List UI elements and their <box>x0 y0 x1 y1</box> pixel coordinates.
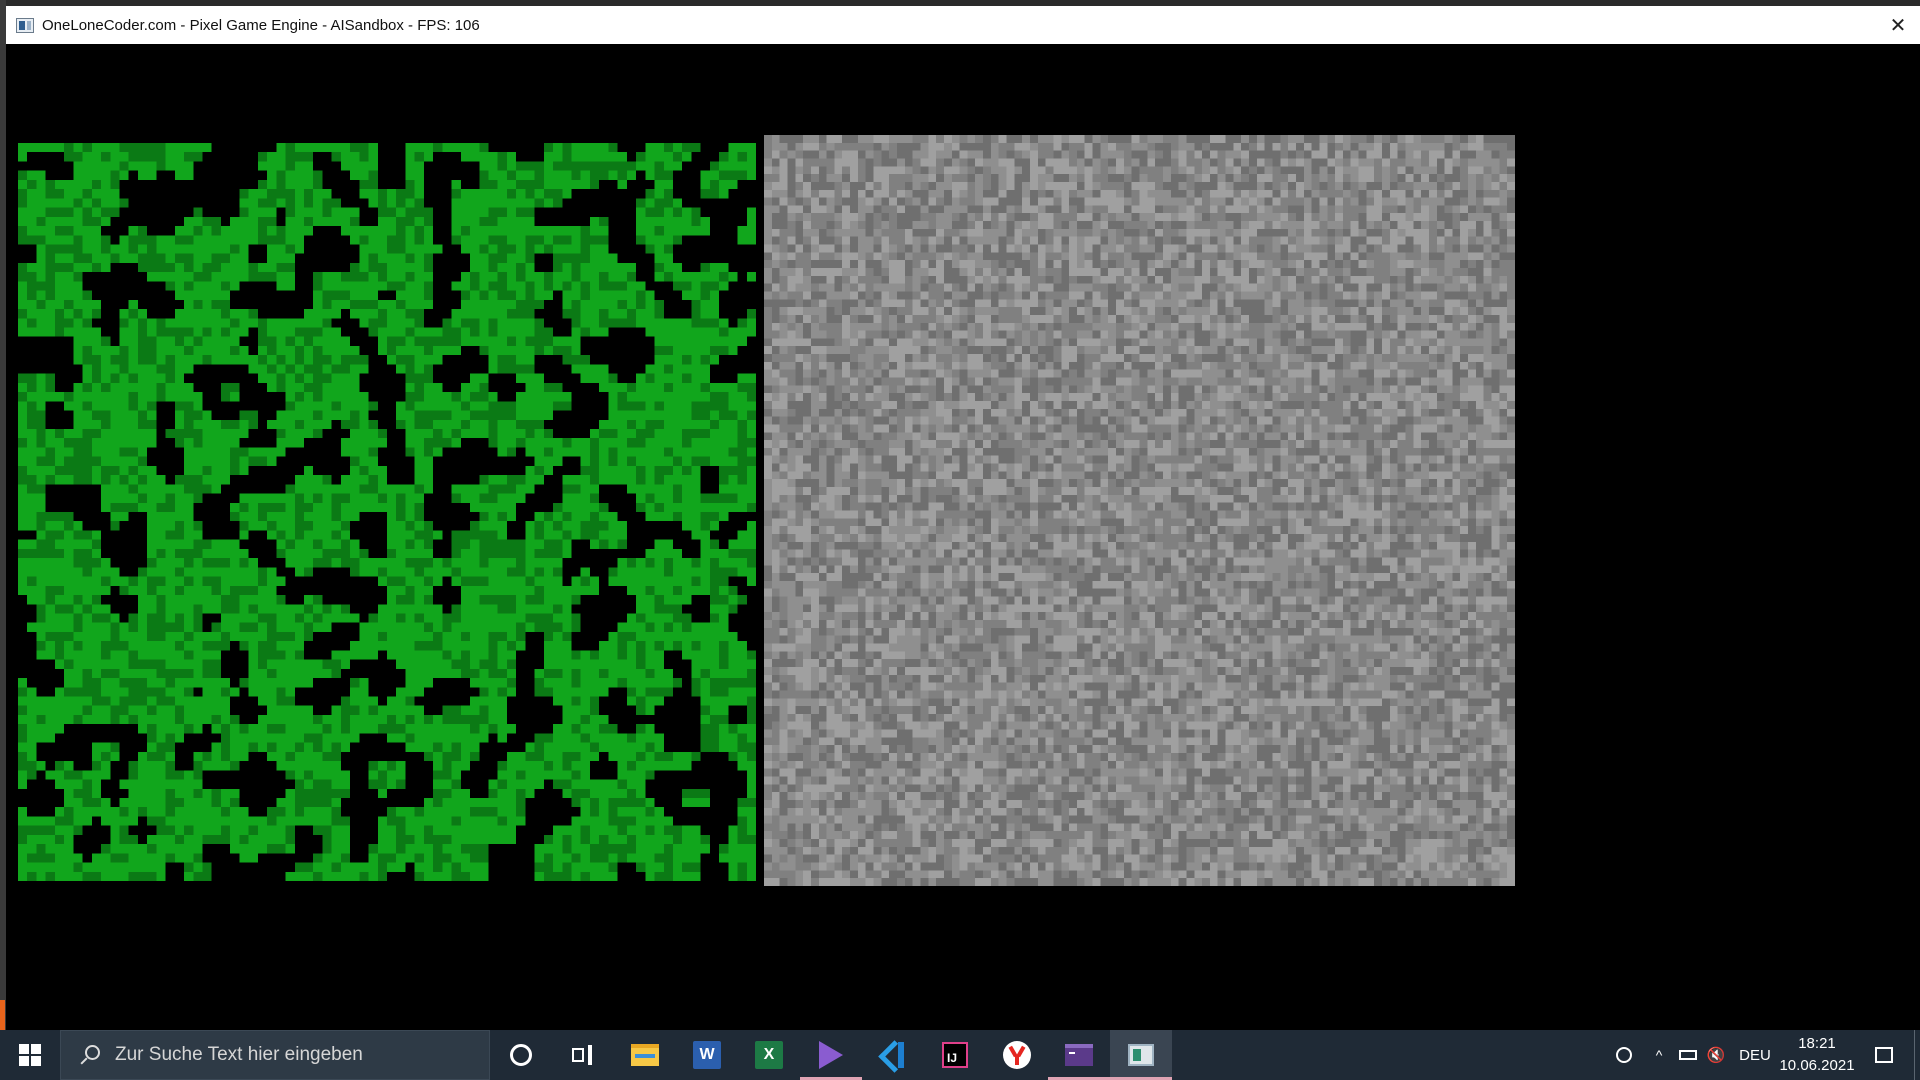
volume-button[interactable]: 🔇 <box>1702 1030 1730 1080</box>
taskbar-app-yandex[interactable] <box>986 1030 1048 1080</box>
vscode-icon <box>879 1041 907 1069</box>
show-desktop-button[interactable] <box>1914 1030 1920 1080</box>
search-placeholder: Zur Suche Text hier eingeben <box>115 1044 363 1065</box>
close-icon: ✕ <box>1889 14 1907 37</box>
folder-icon <box>631 1044 659 1066</box>
visual-studio-icon <box>819 1041 843 1069</box>
search-icon <box>77 1043 101 1067</box>
clock-time: 18:21 <box>1798 1035 1836 1052</box>
taskbar-search-box[interactable]: Zur Suche Text hier eingeben <box>60 1030 490 1080</box>
word-icon: W <box>693 1041 721 1069</box>
show-hidden-icons-button[interactable]: ^ <box>1644 1030 1674 1080</box>
clock-date: 10.06.2021 <box>1779 1057 1855 1074</box>
volume-muted-icon: 🔇 <box>1706 1047 1726 1064</box>
people-icon <box>1616 1047 1632 1063</box>
taskbar-app-excel[interactable]: X <box>738 1030 800 1080</box>
excel-icon: X <box>755 1041 783 1069</box>
input-language: DEU <box>1739 1046 1771 1064</box>
clock-button[interactable]: 18:21 10.06.2021 <box>1779 1030 1855 1080</box>
windows-taskbar: Zur Suche Text hier eingeben W X IJ ^ 🔇 … <box>0 1030 1920 1080</box>
task-view-button[interactable] <box>552 1030 614 1080</box>
taskbar-app-terminal[interactable] <box>1048 1030 1110 1080</box>
cortana-button[interactable] <box>490 1030 552 1080</box>
battery-icon <box>1679 1050 1697 1060</box>
orange-edge-marker <box>0 1000 5 1030</box>
app-window-icon <box>16 17 34 33</box>
intellij-icon: IJ <box>942 1042 968 1068</box>
windows-logo-icon <box>19 1044 41 1066</box>
system-tray: ^ 🔇 DEU 18:21 10.06.2021 <box>1604 1030 1920 1080</box>
input-language-button[interactable]: DEU <box>1730 1030 1780 1080</box>
gray-noise-map <box>764 135 1515 886</box>
window-close-button[interactable]: ✕ <box>1876 6 1920 44</box>
notification-icon <box>1875 1047 1893 1063</box>
app-window: OneLoneCoder.com - Pixel Game Engine - A… <box>0 0 1920 1030</box>
taskbar-app-vscode[interactable] <box>862 1030 924 1080</box>
action-center-button[interactable] <box>1854 1030 1914 1080</box>
chevron-up-icon: ^ <box>1655 1047 1663 1063</box>
taskbar-app-visual-studio[interactable] <box>800 1030 862 1080</box>
yandex-browser-icon <box>1003 1041 1031 1069</box>
task-view-icon <box>572 1045 594 1065</box>
window-title: OneLoneCoder.com - Pixel Game Engine - A… <box>42 16 480 34</box>
taskbar-app-intellij[interactable]: IJ <box>924 1030 986 1080</box>
taskbar-app-file-explorer[interactable] <box>614 1030 676 1080</box>
green-terrain-map <box>18 143 756 881</box>
taskbar-app-pixel-game-engine[interactable] <box>1110 1030 1172 1080</box>
window-titlebar[interactable]: OneLoneCoder.com - Pixel Game Engine - A… <box>6 6 1920 44</box>
pixel-game-engine-icon <box>1128 1044 1154 1066</box>
taskbar-app-word[interactable]: W <box>676 1030 738 1080</box>
people-button[interactable] <box>1604 1030 1644 1080</box>
start-button[interactable] <box>0 1030 60 1080</box>
battery-button[interactable] <box>1674 1030 1702 1080</box>
cortana-icon <box>510 1044 532 1066</box>
game-canvas-area[interactable] <box>6 44 1920 1030</box>
terminal-icon <box>1065 1044 1093 1066</box>
